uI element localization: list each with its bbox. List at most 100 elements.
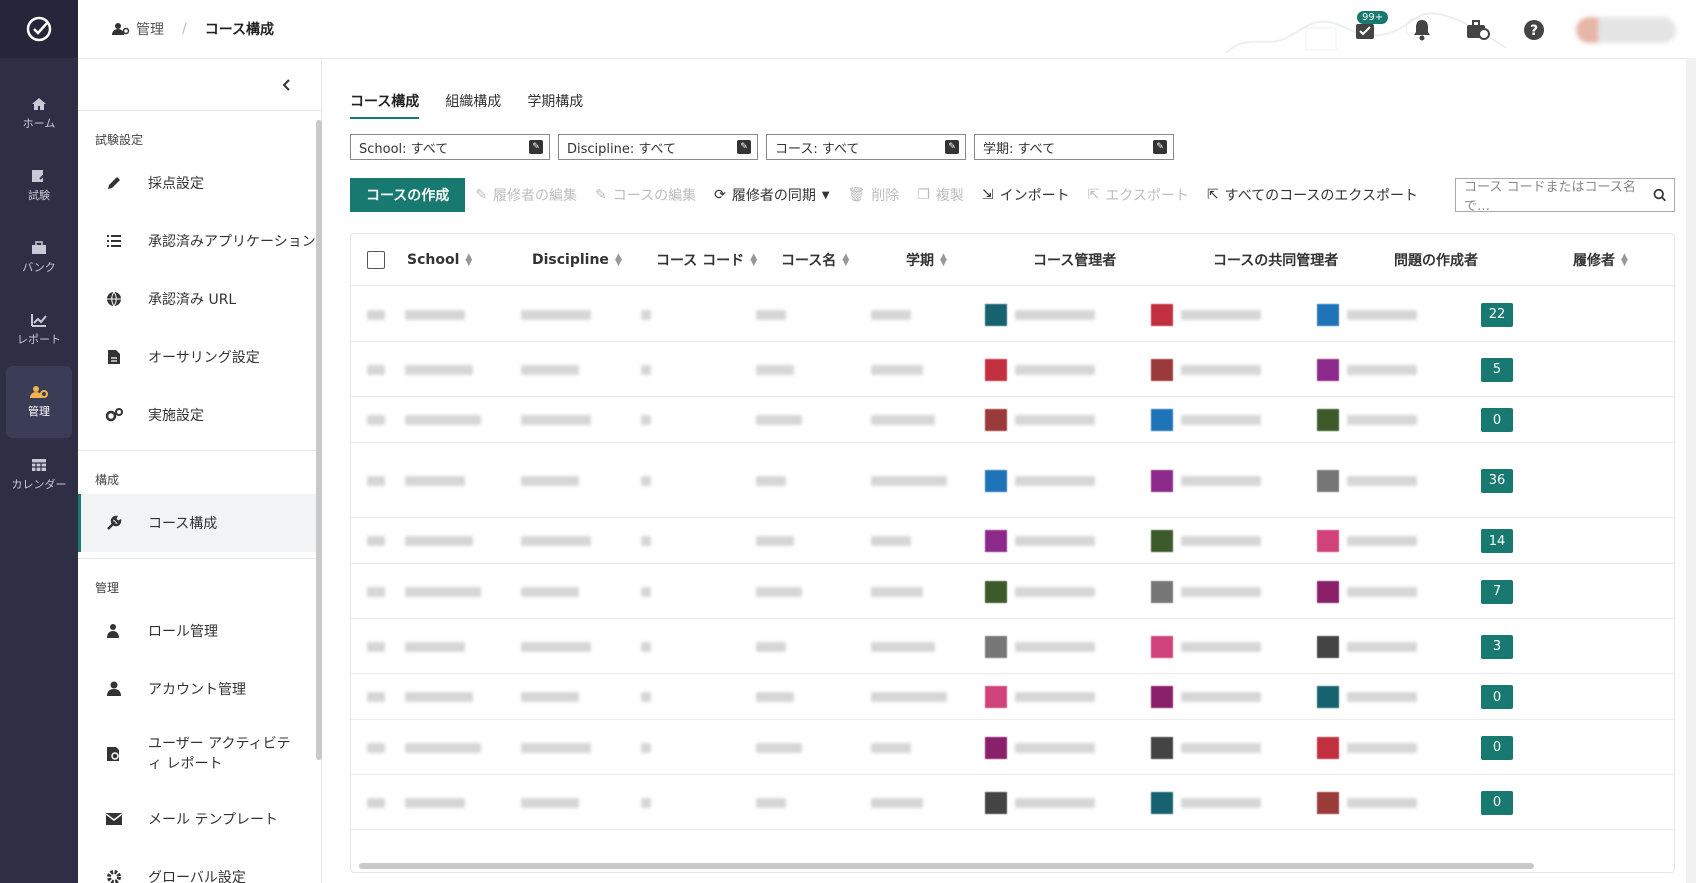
col-term[interactable]: 学期 ▲ ▼ [906,250,947,270]
sidebar-item-global-settings[interactable]: グローバル設定 [78,848,321,883]
help-button[interactable]: ? [1506,0,1562,59]
user-avatar-menu[interactable] [1576,16,1676,43]
col-discipline[interactable]: Discipline ▲ ▼ [532,252,622,268]
breadcrumb-current: コース構成 [204,22,275,38]
rail-bank[interactable]: バンク [6,222,72,294]
sidebar-item-roles[interactable]: ロール管理 [78,602,321,660]
horizontal-scrollbar[interactable] [359,863,1534,869]
co-admin-avatar [1151,303,1173,326]
enrollee-count-badge[interactable]: 0 [1481,685,1513,709]
col-school[interactable]: School ▲ ▼ [407,252,472,268]
duplicate-button[interactable]: ❐ 複製 [917,185,964,205]
term-redacted [871,475,947,486]
table-row[interactable]: 0 [351,397,1674,443]
tab-term-config[interactable]: 学期構成 [527,91,583,119]
col-course-name[interactable]: コース名 ▲ ▼ [781,250,849,270]
co-admin-avatar [1151,530,1173,552]
course-table: School ▲ ▼ Discipline ▲ ▼ コース コード ▲ ▼ コース名 ▲ ▼ 学… [350,233,1675,873]
filter-term[interactable]: 学期: すべて ✎ [974,134,1174,160]
admin-name-redacted [1015,692,1095,702]
enrollee-count-badge[interactable]: 22 [1481,302,1513,327]
breadcrumb-section[interactable]: 管理 [136,19,164,39]
rail-admin[interactable]: 管理 [6,366,72,438]
sidebar-scrollbar[interactable] [316,120,322,760]
table-row[interactable]: 3 [351,619,1674,674]
breadcrumb-separator: / [182,21,187,37]
edit-course-button[interactable]: ✎ コースの編集 [595,185,696,205]
table-row[interactable]: 7 [351,564,1674,619]
sidebar-item-grading[interactable]: 採点設定 [78,154,321,212]
table-row[interactable]: 22 [351,287,1674,342]
term-redacted [871,641,935,652]
rail-exam[interactable]: 試験 [6,150,72,222]
rail-calendar[interactable]: カレンダー [6,438,72,510]
tab-course-config[interactable]: コース構成 [350,91,420,119]
table-row[interactable]: 0 [351,775,1674,830]
enrollee-count-badge[interactable]: 0 [1481,790,1513,815]
filter-school[interactable]: School: すべて ✎ [350,134,550,160]
notifications-button[interactable] [1394,0,1450,59]
enrollee-count-badge[interactable]: 3 [1481,634,1513,659]
discipline-redacted [521,641,591,652]
table-row[interactable]: 36 [351,443,1674,518]
author-avatar [1317,469,1339,492]
delete-button[interactable]: 🗑 削除 [848,185,900,205]
export-button[interactable]: ⇱ エクスポート [1088,185,1189,205]
edit-enrollees-button[interactable]: ✎ 履修者の編集 [475,185,577,205]
sidebar-item-mail-templates[interactable]: メール テンプレート [78,790,321,848]
sidebar-item-approved-apps[interactable]: 承認済みアプリケーション [78,212,321,270]
enrollee-count-badge[interactable]: 36 [1481,468,1513,493]
discipline-redacted [521,475,579,486]
table-row[interactable]: 5 [351,342,1674,397]
sidebar-item-authoring[interactable]: オーサリング設定 [78,328,321,386]
sort-icon: ▲ ▼ [1621,251,1628,268]
table-row[interactable]: 0 [351,720,1674,775]
enrollee-count-badge[interactable]: 7 [1481,579,1513,604]
create-course-button[interactable]: コースの作成 [350,178,466,212]
rail-report[interactable]: レポート [6,294,72,366]
author-name-redacted [1347,309,1417,320]
wrench-icon [102,515,126,531]
pencil-icon: ✎ [595,187,607,203]
course-code-redacted [641,364,651,375]
author-name-redacted [1347,641,1417,652]
import-button[interactable]: ⇲ インポート [982,185,1070,205]
export-all-button[interactable]: ⇱ すべてのコースのエクスポート [1207,185,1418,205]
rail-home[interactable]: ホーム [6,78,72,150]
enrollee-count-badge[interactable]: 0 [1481,408,1513,432]
enrollee-count-badge[interactable]: 5 [1481,357,1513,382]
author-name-redacted [1347,692,1417,702]
course-toolbar: コースの作成 ✎ 履修者の編集 ✎ コースの編集 ⟳ 履修者の同期 ▼ 🗑 削除 ❐ 複製 … [350,177,1675,214]
co-admin-name-redacted [1181,536,1261,546]
select-all-checkbox[interactable] [367,250,385,269]
table-row[interactable]: 0 [351,674,1674,720]
collapse-sidebar-button[interactable] [78,59,321,111]
report-icon [31,314,47,327]
app-logo[interactable] [0,0,78,58]
enrollee-count-badge[interactable]: 0 [1481,735,1513,760]
sidebar-item-course-config[interactable]: コース構成 [78,494,321,552]
row-checkbox-redacted [367,309,385,320]
table-row[interactable]: 14 [351,518,1674,564]
row-checkbox-redacted [367,364,385,375]
admin-avatar [985,358,1007,381]
page-scrollbar[interactable] [1686,58,1696,883]
enrollee-count-badge[interactable]: 14 [1481,529,1513,553]
tab-org-config[interactable]: 組織構成 [445,91,501,119]
sidebar-item-activity-report[interactable]: ユーザー アクティビティ レポート [78,718,321,790]
author-avatar [1317,530,1339,552]
tasks-button[interactable]: 99+ [1338,0,1394,59]
filter-bar: School: すべて ✎ Discipline: すべて ✎ コース: すべて ✎ … [350,134,1182,160]
col-course-code[interactable]: コース コード ▲ ▼ [656,250,757,270]
edit-icon: ✎ [1153,140,1167,154]
sidebar-item-delivery[interactable]: 実施設定 [78,386,321,444]
sidebar-item-accounts[interactable]: アカウント管理 [78,660,321,718]
sync-enrollees-button[interactable]: ⟳ 履修者の同期 ▼ [714,185,829,205]
course-search-input[interactable]: コース コードまたはコース名で… [1455,178,1675,214]
filter-course[interactable]: コース: すべて ✎ [766,134,966,160]
sidebar-item-approved-urls[interactable]: 承認済み URL [78,270,321,328]
tasks-badge: 99+ [1357,11,1389,24]
toolbox-button[interactable] [1450,0,1506,59]
col-enrollees[interactable]: 履修者 ▲ ▼ [1573,250,1628,270]
filter-discipline[interactable]: Discipline: すべて ✎ [558,134,758,160]
